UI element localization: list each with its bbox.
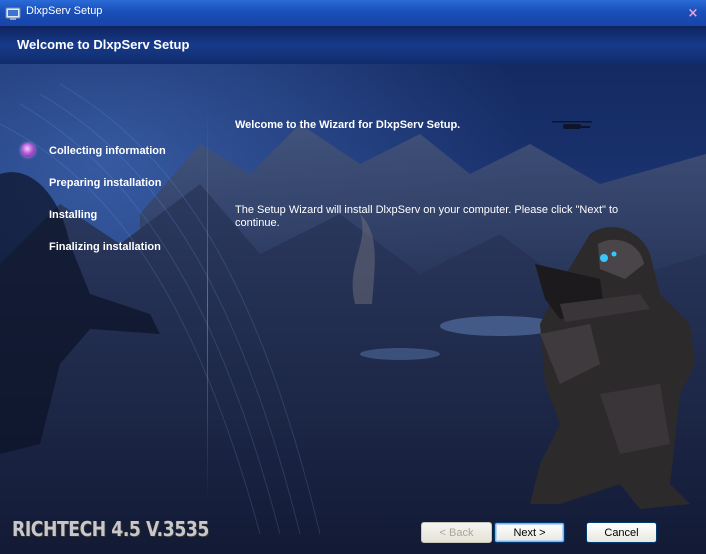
welcome-heading: Welcome to the Wizard for DlxpServ Setup…: [235, 119, 461, 131]
title-bar[interactable]: DlxpServ Setup ×: [0, 0, 706, 27]
step-collecting-information: Collecting information: [49, 145, 166, 157]
step-preparing-installation: Preparing installation: [49, 177, 162, 189]
step-installing: Installing: [49, 209, 98, 221]
cancel-button[interactable]: Cancel: [586, 522, 657, 543]
next-button[interactable]: Next >: [494, 522, 565, 543]
setup-app-icon: [5, 5, 21, 21]
window-title: DlxpServ Setup: [26, 5, 103, 17]
page-title: Welcome to DlxpServ Setup: [17, 37, 190, 52]
step-finalizing-installation: Finalizing installation: [49, 241, 161, 253]
brand-text: RICHTECH 4.5 V.3535: [12, 517, 209, 541]
background-artwork: [0, 64, 706, 554]
active-step-marker-icon: [21, 143, 35, 157]
page-header: Welcome to DlxpServ Setup: [0, 26, 706, 65]
back-button[interactable]: < Back: [421, 522, 492, 543]
close-icon[interactable]: ×: [686, 7, 700, 21]
sidebar-divider: [207, 105, 208, 505]
welcome-description: The Setup Wizard will install DlxpServ o…: [235, 204, 619, 229]
setup-window: DlxpServ Setup × Welcome to DlxpServ Set…: [0, 0, 706, 554]
